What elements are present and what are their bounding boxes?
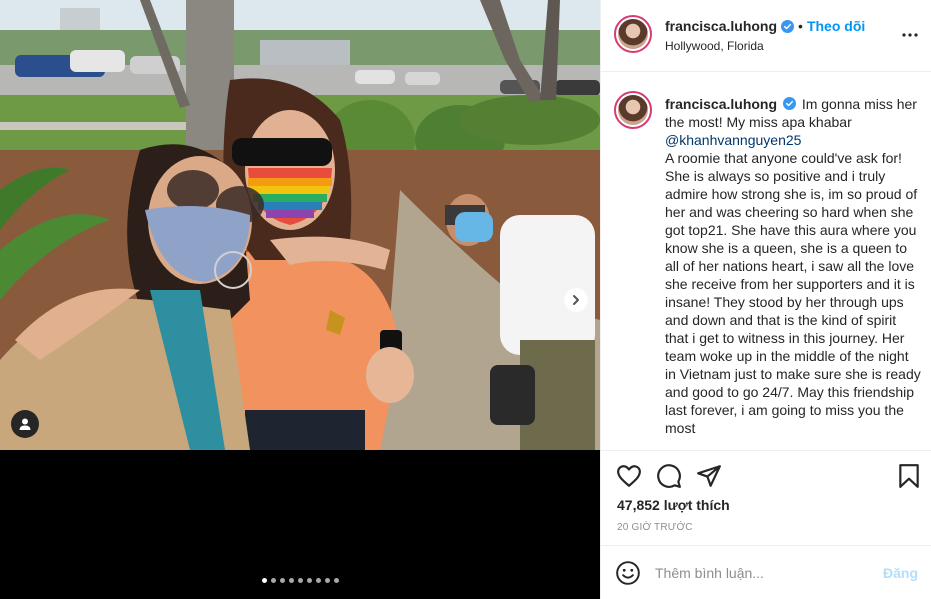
emoji-smiley-icon[interactable] bbox=[615, 560, 641, 586]
separator-bullet: • bbox=[798, 18, 803, 34]
post-actions: 47,852 lượt thích 20 GIỜ TRƯỚC bbox=[601, 450, 931, 548]
carousel-dot bbox=[306, 578, 312, 583]
user-tag-icon bbox=[19, 418, 31, 430]
post-photo[interactable] bbox=[0, 0, 600, 450]
verified-badge-icon bbox=[782, 97, 796, 110]
carousel-dot bbox=[279, 578, 285, 583]
bookmark-icon[interactable] bbox=[896, 463, 922, 489]
caption-mention-link[interactable]: @khanhvannguyen25 bbox=[665, 132, 801, 148]
likes-count[interactable]: 47,852 lượt thích bbox=[617, 497, 730, 513]
post-location[interactable]: Hollywood, Florida bbox=[665, 39, 764, 53]
author-avatar[interactable] bbox=[614, 15, 652, 53]
next-photo-button[interactable] bbox=[564, 288, 588, 312]
photo-illustration bbox=[0, 0, 600, 450]
post-timestamp[interactable]: 20 GIỜ TRƯỚC bbox=[617, 522, 693, 533]
comment-bubble-icon[interactable] bbox=[656, 463, 682, 489]
paper-plane-icon[interactable] bbox=[696, 463, 722, 489]
author-username[interactable]: francisca.luhong bbox=[665, 18, 777, 34]
post-comment-button[interactable]: Đăng bbox=[883, 565, 918, 581]
heart-icon[interactable] bbox=[616, 463, 642, 489]
comment-input[interactable] bbox=[655, 563, 875, 583]
post-details-panel: francisca.luhong • Theo dõi Hollywood, F… bbox=[600, 0, 931, 599]
tagged-users-button[interactable] bbox=[11, 410, 39, 438]
add-comment-bar: Đăng bbox=[601, 545, 931, 599]
verified-badge-icon bbox=[781, 19, 795, 33]
follow-button[interactable]: Theo dõi bbox=[807, 18, 865, 34]
carousel-dot bbox=[297, 578, 303, 583]
carousel-dot bbox=[288, 578, 294, 583]
comments-section[interactable]: francisca.luhong Im gonna miss her the m… bbox=[601, 72, 931, 450]
carousel-dot bbox=[270, 578, 276, 583]
caption-author-avatar[interactable] bbox=[614, 91, 652, 129]
caption-body: A roomie that anyone could've ask for! S… bbox=[665, 150, 921, 436]
author-row: francisca.luhong • Theo dõi bbox=[665, 18, 865, 34]
caption-username[interactable]: francisca.luhong bbox=[665, 96, 777, 112]
more-options-icon bbox=[902, 33, 918, 37]
post-caption: francisca.luhong Im gonna miss her the m… bbox=[665, 95, 921, 437]
carousel-dot bbox=[261, 578, 267, 583]
carousel-dot bbox=[324, 578, 330, 583]
carousel-indicator bbox=[0, 578, 600, 583]
chevron-right-icon bbox=[573, 295, 579, 305]
post-media bbox=[0, 0, 600, 599]
carousel-dot bbox=[315, 578, 321, 583]
carousel-dot bbox=[333, 578, 339, 583]
post-header: francisca.luhong • Theo dõi Hollywood, F… bbox=[601, 0, 931, 72]
more-options-button[interactable] bbox=[901, 26, 919, 44]
